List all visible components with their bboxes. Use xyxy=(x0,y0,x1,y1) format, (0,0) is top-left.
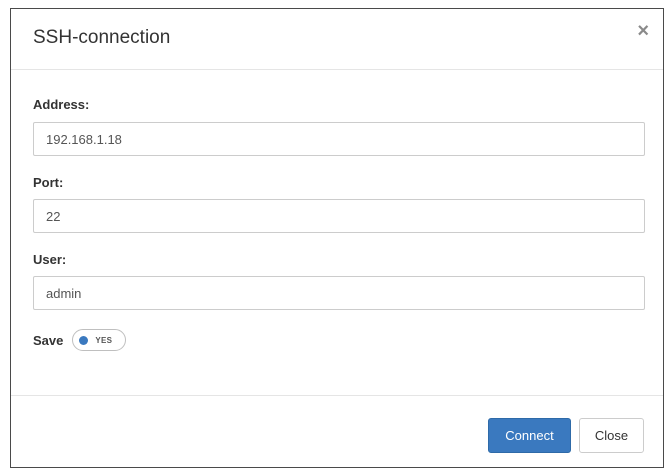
save-label: Save xyxy=(33,332,64,348)
user-input[interactable] xyxy=(33,276,645,310)
port-label: Port: xyxy=(33,175,64,190)
dialog-footer: Connect Close xyxy=(11,395,663,469)
save-toggle[interactable]: YES xyxy=(72,329,127,351)
close-icon[interactable]: × xyxy=(637,21,649,41)
port-input[interactable] xyxy=(33,199,645,233)
dialog-title: SSH-connection xyxy=(33,27,171,48)
address-label: Address: xyxy=(33,97,90,112)
address-input[interactable] xyxy=(33,122,645,156)
dialog-header: SSH-connection × xyxy=(11,9,663,70)
close-button[interactable]: Close xyxy=(579,418,644,453)
user-label: User: xyxy=(33,252,67,267)
connect-button[interactable]: Connect xyxy=(488,418,571,453)
ssh-connection-dialog: SSH-connection × Address: Port: User: Sa… xyxy=(10,8,664,468)
toggle-state-text: YES xyxy=(95,335,113,345)
toggle-knob xyxy=(79,335,89,345)
save-row: Save YES xyxy=(33,328,127,352)
